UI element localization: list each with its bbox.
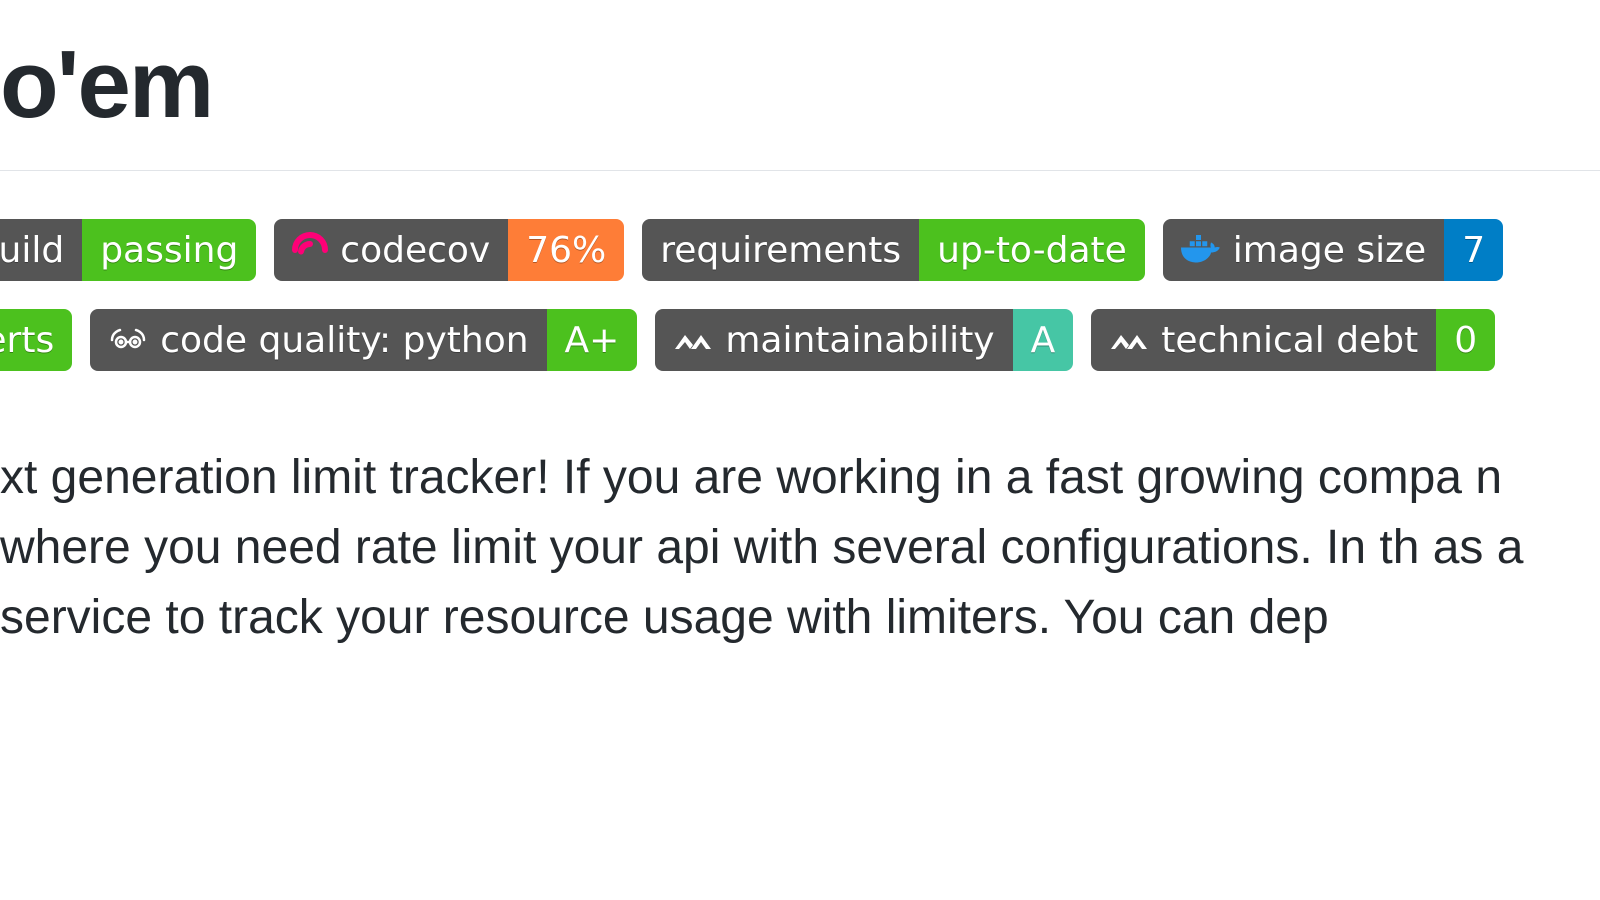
badge-maintainability-value: A	[1013, 309, 1074, 371]
badge-requirements[interactable]: requirements up-to-date	[642, 219, 1145, 281]
badge-requirements-label: requirements	[642, 219, 919, 281]
badge-codecov-label: codecov	[340, 230, 490, 271]
badge-build[interactable]: build passing	[0, 219, 256, 281]
codeclimate-icon	[1109, 327, 1149, 353]
badge-maintainability-label: maintainability	[725, 320, 994, 361]
badge-technical-debt[interactable]: technical debt 0	[1091, 309, 1495, 371]
badge-requirements-value: up-to-date	[919, 219, 1145, 281]
badge-image-size[interactable]: image size 7	[1163, 219, 1503, 281]
badge-build-label: build	[0, 219, 82, 281]
docker-icon	[1181, 234, 1221, 266]
badge-build-value: passing	[82, 219, 256, 281]
badge-image-size-label: image size	[1233, 230, 1426, 271]
badge-code-quality-label: code quality: python	[160, 320, 528, 361]
badge-row-1: MIT build passing codecov 76% requiremen…	[0, 219, 1600, 281]
badge-code-quality-value: A+	[547, 309, 638, 371]
readme-description: xt generation limit tracker! If you are …	[0, 399, 1600, 653]
badge-maintainability[interactable]: maintainability A	[655, 309, 1073, 371]
badge-alerts[interactable]: 0 alerts	[0, 309, 72, 371]
page-title: o'em	[0, 0, 1600, 171]
badge-codecov[interactable]: codecov 76%	[274, 219, 624, 281]
badge-technical-debt-value: 0	[1436, 309, 1495, 371]
badge-alerts-value: 0 alerts	[0, 309, 72, 371]
codeclimate-icon	[673, 327, 713, 353]
badge-row-2: 0 alerts	[0, 309, 1600, 371]
codecov-icon	[292, 232, 328, 268]
lgtm-icon	[108, 326, 148, 354]
badge-technical-debt-label: technical debt	[1161, 320, 1418, 361]
badge-code-quality[interactable]: code quality: python A+	[90, 309, 637, 371]
badge-codecov-value: 76%	[508, 219, 624, 281]
badge-image-size-value: 7	[1444, 219, 1503, 281]
